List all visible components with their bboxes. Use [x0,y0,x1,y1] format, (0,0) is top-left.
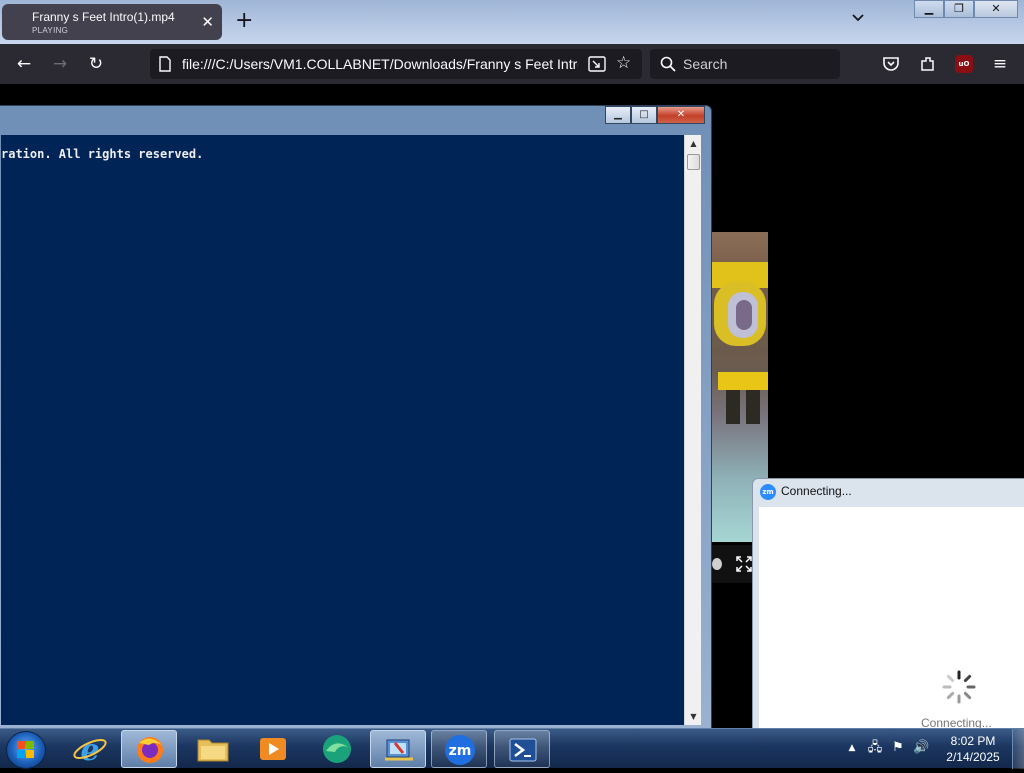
start-button[interactable] [6,731,46,769]
minimize-icon[interactable]: ▁ [914,0,944,18]
close-window-icon[interactable]: ✕ [974,0,1018,18]
taskbar-internet-explorer[interactable]: e [62,730,118,768]
restore-icon[interactable]: ❐ [944,0,974,18]
back-icon[interactable]: ← [14,54,34,74]
ublock-origin-icon[interactable]: uO [955,55,973,73]
search-placeholder: Search [683,56,728,72]
console-output[interactable]: ration. All rights reserved. ▲ ▼ [1,135,701,725]
browser-window-controls: ▁ ❐ ✕ [914,0,1018,18]
search-bar[interactable]: Search [650,49,840,79]
svg-text:zm: zm [449,743,472,759]
scroll-thumb[interactable] [687,154,700,170]
taskbar-control-panel[interactable] [370,730,426,768]
windows-logo-icon [17,741,34,758]
media-player-icon [260,738,286,760]
svg-text:e: e [80,733,99,768]
video-shape [726,390,740,424]
console-line: ration. All rights reserved. [1,147,204,161]
show-desktop-button[interactable] [1012,729,1024,769]
scroll-up-icon[interactable]: ▲ [685,135,702,152]
firefox-icon [137,737,163,763]
show-hidden-icons[interactable]: ▲ [844,740,860,756]
close-tab-icon[interactable]: ✕ [201,13,214,31]
console-window-controls: ▁ □ ✕ [605,106,705,124]
zoom-body: Connecting... [759,507,1024,737]
network-icon[interactable]: 🖧 [867,740,883,756]
browser-tab-strip: Franny s Feet Intro(1).mp4 PLAYING ✕ + ▁… [0,0,1024,44]
clock-time: 8:02 PM [950,734,996,748]
scroll-down-icon[interactable]: ▼ [685,708,702,725]
seek-knob[interactable] [712,558,722,570]
system-clock[interactable]: 8:02 PM 2/14/2025 [938,733,1008,765]
video-shape [746,390,760,424]
search-icon [660,56,676,72]
zoom-window-title: Connecting... [781,484,852,498]
taskbar-edge[interactable] [309,730,365,768]
forward-icon[interactable]: → [50,54,70,74]
reload-icon[interactable]: ↻ [86,54,106,74]
windows-taskbar: e zm ▲ 🖧 ⚑ 🔊 8:02 PM 2/14/2025 [0,728,1024,769]
taskbar-firefox[interactable] [121,730,177,768]
url-text: file:///C:/Users/VM1.COLLABNET/Downloads… [182,56,578,72]
navigation-toolbar: ← → ↻ file:///C:/Users/VM1.COLLABNET/Dow… [0,44,1024,84]
picture-in-picture-icon[interactable] [588,56,606,72]
console-minimize-icon[interactable]: ▁ [605,106,631,124]
console-maximize-icon[interactable]: □ [631,106,657,124]
tab-playing-label: PLAYING [32,26,69,35]
menu-icon[interactable]: ≡ [990,54,1010,74]
folder-icon [197,739,229,762]
zoom-connecting-window[interactable]: zm Connecting... Connecting... [752,478,1024,738]
loading-spinner-icon [942,670,976,704]
zoom-icon: zm [445,735,475,765]
console-scrollbar[interactable]: ▲ ▼ [684,135,701,725]
video-shape [736,300,752,330]
address-bar[interactable]: file:///C:/Users/VM1.COLLABNET/Downloads… [150,49,642,79]
taskbar-zoom[interactable]: zm [431,730,487,768]
edge-icon [323,735,351,763]
tab-title: Franny s Feet Intro(1).mp4 [32,10,175,24]
fullscreen-icon[interactable] [736,556,752,572]
powershell-window[interactable]: ▁ □ ✕ ration. All rights reserved. ▲ ▼ [0,105,712,729]
page-icon [159,56,171,72]
taskbar-media-player[interactable] [245,730,301,768]
bookmark-star-icon[interactable]: ☆ [616,53,631,73]
pocket-icon[interactable] [882,55,900,73]
new-tab-icon[interactable]: + [235,8,253,34]
taskbar-file-explorer[interactable] [185,730,241,768]
control-panel-icon [385,739,413,761]
browser-tab[interactable]: Franny s Feet Intro(1).mp4 PLAYING ✕ [2,4,222,40]
video-shape [718,372,768,390]
zoom-logo-icon: zm [760,484,776,500]
tab-list-chevron-icon[interactable] [850,10,866,26]
taskbar-powershell[interactable] [494,730,550,768]
action-center-flag-icon[interactable]: ⚑ [890,740,906,756]
volume-icon[interactable]: 🔊 [913,740,929,756]
powershell-icon [509,738,537,762]
extensions-icon[interactable] [919,55,937,73]
console-close-icon[interactable]: ✕ [657,106,705,124]
internet-explorer-icon: e [73,733,107,768]
clock-date: 2/14/2025 [946,750,1000,764]
